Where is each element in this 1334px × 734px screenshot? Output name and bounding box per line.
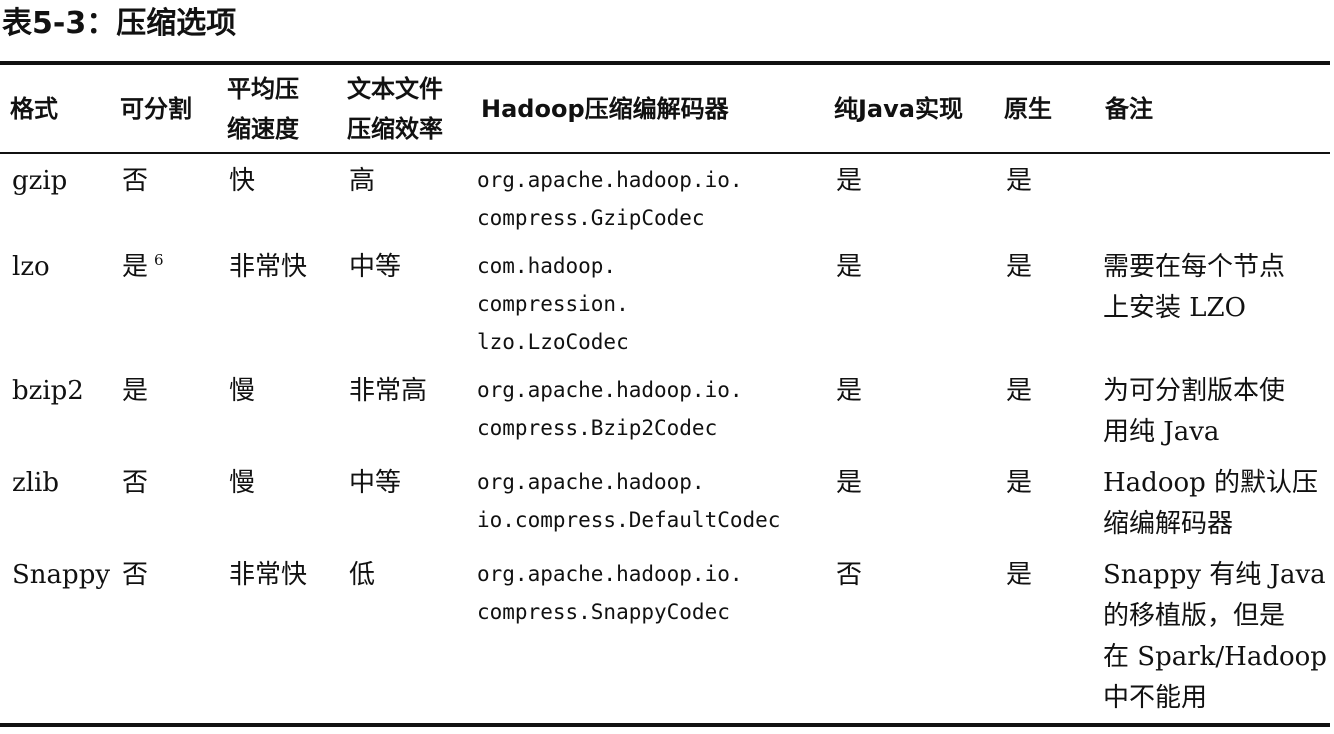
cell-format: Snappy xyxy=(12,560,111,590)
header-avg-speed: 平均压 缩速度 xyxy=(217,63,337,154)
cell-speed: 非常快 xyxy=(229,252,308,282)
compression-options-table: 格式 可分割 平均压 缩速度 文本文件 压缩效率 Hadoop压缩编解码器 纯J… xyxy=(0,61,1330,727)
cell-pure-java: 是 xyxy=(836,376,863,406)
header-native: 原生 xyxy=(994,63,1095,154)
splittable-value: 否 xyxy=(122,468,149,498)
cell-native: 是 xyxy=(1006,166,1033,196)
header-pure-java: 纯Java实现 xyxy=(824,63,994,154)
cell-speed: 慢 xyxy=(229,468,256,498)
header-codec: Hadoop压缩编解码器 xyxy=(471,63,824,154)
cell-pure-java: 是 xyxy=(836,468,863,498)
splittable-value: 是 xyxy=(122,252,149,282)
table-row: bzip2 是 慢 非常高 org.apache.hadoop.io. comp… xyxy=(0,365,1330,457)
cell-codec: org.apache.hadoop.io. compress.SnappyCod… xyxy=(477,562,743,624)
table-row: zlib 否 慢 中等 org.apache.hadoop. io.compre… xyxy=(0,457,1330,549)
cell-pure-java: 是 xyxy=(836,252,863,282)
cell-speed: 慢 xyxy=(229,376,256,406)
cell-note: 需要在每个节点 上安装 LZO xyxy=(1103,252,1286,323)
splittable-value: 否 xyxy=(122,166,149,196)
cell-splittable: 是 xyxy=(110,365,217,457)
header-text-efficiency: 文本文件 压缩效率 xyxy=(337,63,471,154)
cell-codec: com.hadoop. compression. lzo.LzoCodec xyxy=(477,254,629,354)
cell-note: Hadoop 的默认压 缩编解码器 xyxy=(1103,468,1319,539)
header-row: 格式 可分割 平均压 缩速度 文本文件 压缩效率 Hadoop压缩编解码器 纯J… xyxy=(0,63,1330,154)
cell-efficiency: 高 xyxy=(349,166,376,196)
cell-pure-java: 否 xyxy=(836,560,863,590)
splittable-value: 是 xyxy=(122,376,149,406)
table-caption: 表5-3：压缩选项 xyxy=(2,6,237,41)
header-format: 格式 xyxy=(0,63,110,154)
cell-speed: 快 xyxy=(229,166,256,196)
cell-native: 是 xyxy=(1006,468,1033,498)
cell-native: 是 xyxy=(1006,560,1033,590)
cell-note xyxy=(1095,153,1330,241)
cell-speed: 非常快 xyxy=(229,560,308,590)
cell-splittable: 是6 xyxy=(110,241,217,365)
cell-note: Snappy 有纯 Java 的移植版，但是 在 Spark/Hadoop 中不… xyxy=(1103,560,1327,713)
cell-efficiency: 中等 xyxy=(349,468,402,498)
table-row: Snappy 否 非常快 低 org.apache.hadoop.io. com… xyxy=(0,549,1330,725)
table-row: lzo 是6 非常快 中等 com.hadoop. compression. l… xyxy=(0,241,1330,365)
cell-note: 为可分割版本使 用纯 Java xyxy=(1103,376,1286,447)
cell-efficiency: 非常高 xyxy=(349,376,428,406)
cell-native: 是 xyxy=(1006,252,1033,282)
splittable-value: 否 xyxy=(122,560,149,590)
header-notes: 备注 xyxy=(1095,63,1330,154)
cell-splittable: 否 xyxy=(110,457,217,549)
cell-efficiency: 低 xyxy=(349,560,376,590)
cell-format: gzip xyxy=(12,166,68,196)
footnote-marker: 6 xyxy=(154,251,164,270)
cell-format: zlib xyxy=(12,468,59,498)
cell-efficiency: 中等 xyxy=(349,252,402,282)
cell-splittable: 否 xyxy=(110,153,217,241)
cell-splittable: 否 xyxy=(110,549,217,725)
cell-format: bzip2 xyxy=(12,376,84,406)
cell-native: 是 xyxy=(1006,376,1033,406)
cell-codec: org.apache.hadoop.io. compress.Bzip2Code… xyxy=(477,378,743,440)
cell-codec: org.apache.hadoop.io. compress.GzipCodec xyxy=(477,168,743,230)
cell-codec: org.apache.hadoop. io.compress.DefaultCo… xyxy=(477,470,781,532)
table-row: gzip 否 快 高 org.apache.hadoop.io. compres… xyxy=(0,153,1330,241)
cell-pure-java: 是 xyxy=(836,166,863,196)
header-splittable: 可分割 xyxy=(110,63,217,154)
cell-format: lzo xyxy=(12,252,50,282)
